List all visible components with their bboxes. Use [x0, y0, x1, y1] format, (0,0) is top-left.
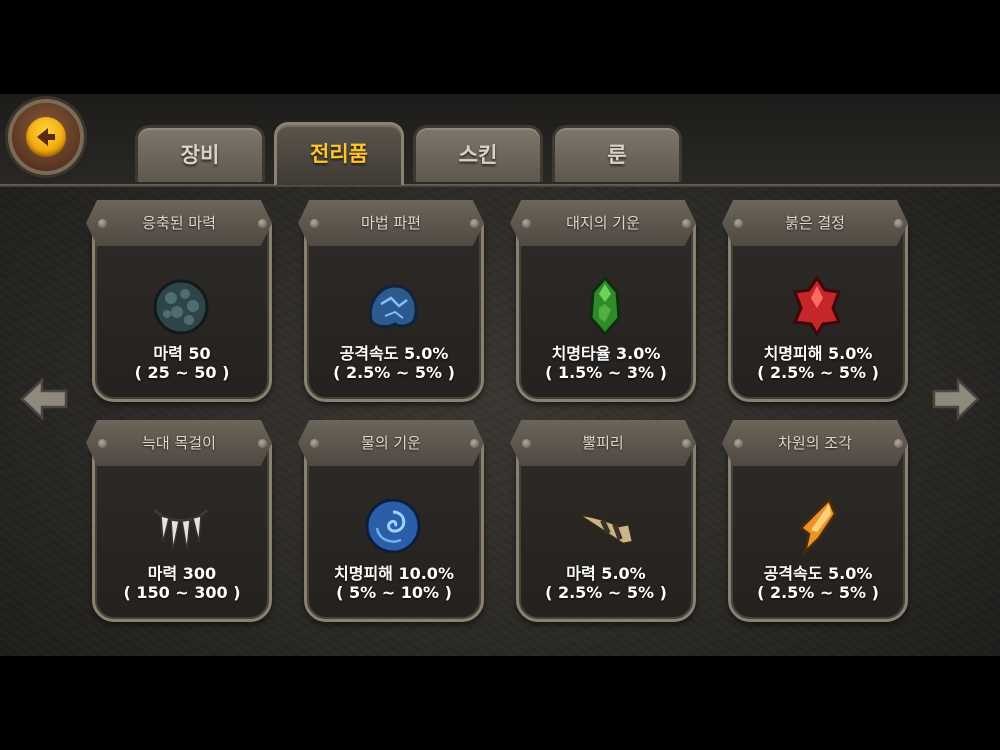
card-stat: 마력 300 — [147, 564, 217, 583]
horn-icon — [576, 512, 635, 546]
card-range: ( 2.5% ~ 5% ) — [757, 363, 879, 382]
loot-card[interactable]: 늑대 목걸이 마력 300 ( 150 ~ 300 ) — [86, 420, 272, 622]
orange-shard-icon — [799, 497, 837, 556]
loot-card[interactable]: 마법 파편 공격속도 5.0% ( 2.5% ~ 5% ) — [298, 200, 484, 402]
tab-rune[interactable]: 룬 — [552, 125, 682, 182]
card-title: 늑대 목걸이 — [86, 420, 272, 466]
arrow-left-icon — [20, 377, 68, 421]
next-page-button[interactable] — [930, 376, 980, 422]
card-title: 물의 기운 — [298, 420, 484, 466]
card-range: ( 5% ~ 10% ) — [336, 583, 452, 602]
loot-card[interactable]: 차원의 조각 공격속도 5.0% ( 2.5% ~ 5% ) — [722, 420, 908, 622]
card-stat: 치명피해 10.0% — [334, 564, 454, 583]
card-title: 차원의 조각 — [722, 420, 908, 466]
card-range: ( 150 ~ 300 ) — [123, 583, 241, 602]
card-stat: 마력 50 — [153, 344, 211, 363]
tab-loot[interactable]: 전리품 — [274, 122, 404, 185]
green-crystal-icon — [589, 275, 621, 337]
water-orb-icon — [365, 498, 421, 554]
card-range: ( 25 ~ 50 ) — [134, 363, 230, 382]
card-title: 대지의 기운 — [510, 200, 696, 246]
back-button[interactable] — [12, 103, 80, 171]
back-arrow-icon — [26, 117, 66, 157]
loot-card[interactable]: 대지의 기운 치명타율 3.0% ( 1.5% ~ 3% ) — [510, 200, 696, 402]
prev-page-button[interactable] — [20, 376, 70, 422]
card-stat: 치명타율 3.0% — [551, 344, 661, 363]
red-crystal-icon — [792, 275, 842, 337]
card-stat: 공격속도 5.0% — [339, 344, 449, 363]
fang-necklace-icon — [153, 508, 209, 551]
inventory-screen: 장비 전리품 스킨 룬 응축된 마력 마력 50 ( 25 ~ 50 ) 마법 … — [0, 94, 1000, 656]
card-range: ( 1.5% ~ 3% ) — [545, 363, 667, 382]
card-title: 뿔피리 — [510, 420, 696, 466]
card-range: ( 2.5% ~ 5% ) — [545, 583, 667, 602]
card-stat: 마력 5.0% — [566, 564, 646, 583]
loot-card[interactable]: 물의 기운 치명피해 10.0% ( 5% ~ 10% ) — [298, 420, 484, 622]
card-range: ( 2.5% ~ 5% ) — [333, 363, 455, 382]
dark-stone-icon — [153, 279, 209, 335]
card-title: 붉은 결정 — [722, 200, 908, 246]
card-title: 마법 파편 — [298, 200, 484, 246]
loot-card[interactable]: 응축된 마력 마력 50 ( 25 ~ 50 ) — [86, 200, 272, 402]
tab-skin[interactable]: 스킨 — [413, 125, 543, 182]
loot-card[interactable]: 붉은 결정 치명피해 5.0% ( 2.5% ~ 5% ) — [722, 200, 908, 402]
card-stat: 공격속도 5.0% — [763, 564, 873, 583]
tab-equipment[interactable]: 장비 — [135, 125, 265, 182]
blue-rock-fragment-icon — [368, 284, 418, 329]
card-range: ( 2.5% ~ 5% ) — [757, 583, 879, 602]
card-stat: 치명피해 5.0% — [763, 344, 873, 363]
loot-card[interactable]: 뿔피리 마력 5.0% ( 2.5% ~ 5% ) — [510, 420, 696, 622]
arrow-right-icon — [932, 377, 980, 421]
card-title: 응축된 마력 — [86, 200, 272, 246]
frame-divider — [0, 184, 1000, 187]
